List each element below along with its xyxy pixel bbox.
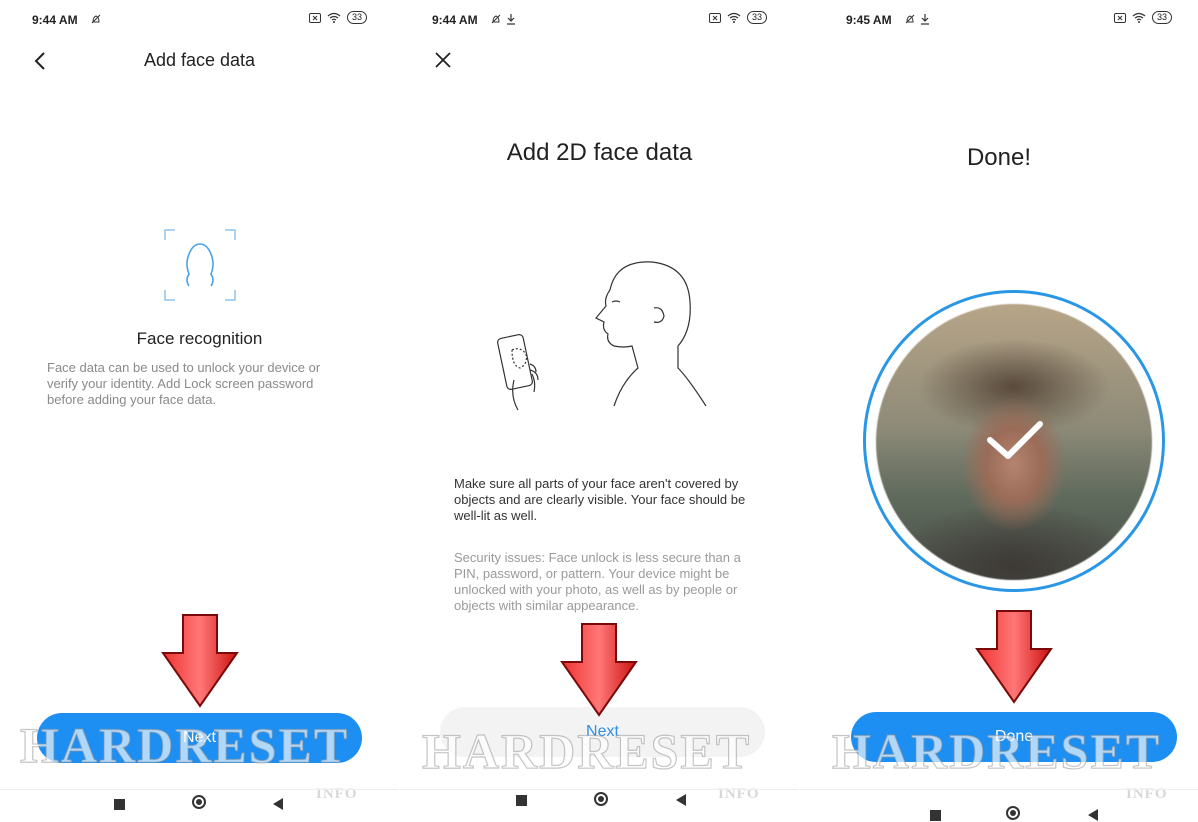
- navigation-bar: [0, 790, 399, 822]
- red-arrow-down-icon: [560, 623, 638, 717]
- face-scan-illustration: [497, 261, 707, 411]
- page-title: Add 2D face data: [506, 139, 693, 166]
- close-icon: [435, 52, 451, 68]
- alarm-off-icon: [905, 14, 915, 24]
- security-warning-text: Security issues: Face unlock is less sec…: [454, 550, 741, 613]
- screen-done: 9:45 AM 33 Done! Done HARDRESET INFO: [800, 0, 1198, 822]
- recents-button[interactable]: [114, 799, 125, 810]
- recents-button[interactable]: [516, 795, 527, 806]
- status-icons: 33: [708, 11, 767, 24]
- instruction-text: Make sure all parts of your face aren't …: [454, 476, 746, 523]
- status-time: 9:44 AM: [432, 13, 478, 27]
- next-button[interactable]: Next: [37, 713, 362, 763]
- alarm-off-icon: [91, 14, 101, 24]
- status-time: 9:45 AM: [846, 13, 892, 27]
- battery-indicator: 33: [1151, 11, 1172, 24]
- nav-back-button[interactable]: [1088, 809, 1098, 821]
- wifi-icon: [327, 12, 341, 23]
- close-button[interactable]: [433, 50, 453, 70]
- section-heading: Face recognition: [136, 329, 263, 348]
- page-title: Done!: [966, 144, 1032, 171]
- home-button[interactable]: [1006, 806, 1020, 820]
- done-button-label: Done: [994, 728, 1034, 745]
- battery-indicator: 33: [346, 11, 367, 24]
- alarm-off-icon: [491, 14, 501, 24]
- checkmark-icon: [987, 421, 1043, 459]
- navigation-bar: [400, 790, 799, 822]
- sim-icon: [308, 12, 321, 23]
- next-button-label: Next: [183, 729, 216, 746]
- home-button[interactable]: [192, 795, 206, 809]
- red-arrow-down-icon: [161, 614, 239, 708]
- screen-add-face-data: 9:44 AM 33 Add face data Face recognitio…: [0, 0, 399, 822]
- status-time: 9:44 AM: [32, 13, 78, 27]
- nav-back-button[interactable]: [676, 794, 686, 806]
- home-button[interactable]: [594, 792, 608, 806]
- download-icon: [921, 14, 929, 25]
- description-text: Face data can be used to unlock your dev…: [47, 360, 321, 407]
- sim-icon: [1113, 12, 1126, 23]
- download-icon: [507, 14, 515, 25]
- battery-indicator: 33: [746, 11, 767, 24]
- wifi-icon: [727, 12, 741, 23]
- screen-add-2d-face-data: 9:44 AM 33 Add 2D face data Make sure al…: [400, 0, 799, 822]
- wifi-icon: [1132, 12, 1146, 23]
- sim-icon: [708, 12, 721, 23]
- navigation-bar: [800, 790, 1198, 822]
- nav-back-button[interactable]: [273, 798, 283, 810]
- next-button-label: Next: [586, 723, 619, 740]
- face-recognition-icon: [164, 229, 236, 301]
- page-title: Add face data: [143, 50, 256, 70]
- status-bar: 9:44 AM 33: [32, 11, 367, 29]
- recents-button[interactable]: [930, 810, 941, 821]
- red-arrow-down-icon: [975, 610, 1053, 704]
- status-bar: 9:45 AM 33: [846, 11, 1172, 29]
- status-bar: 9:44 AM 33: [432, 11, 767, 29]
- status-icons: 33: [308, 11, 367, 24]
- done-button[interactable]: Done: [851, 712, 1177, 762]
- status-icons: 33: [1113, 11, 1172, 24]
